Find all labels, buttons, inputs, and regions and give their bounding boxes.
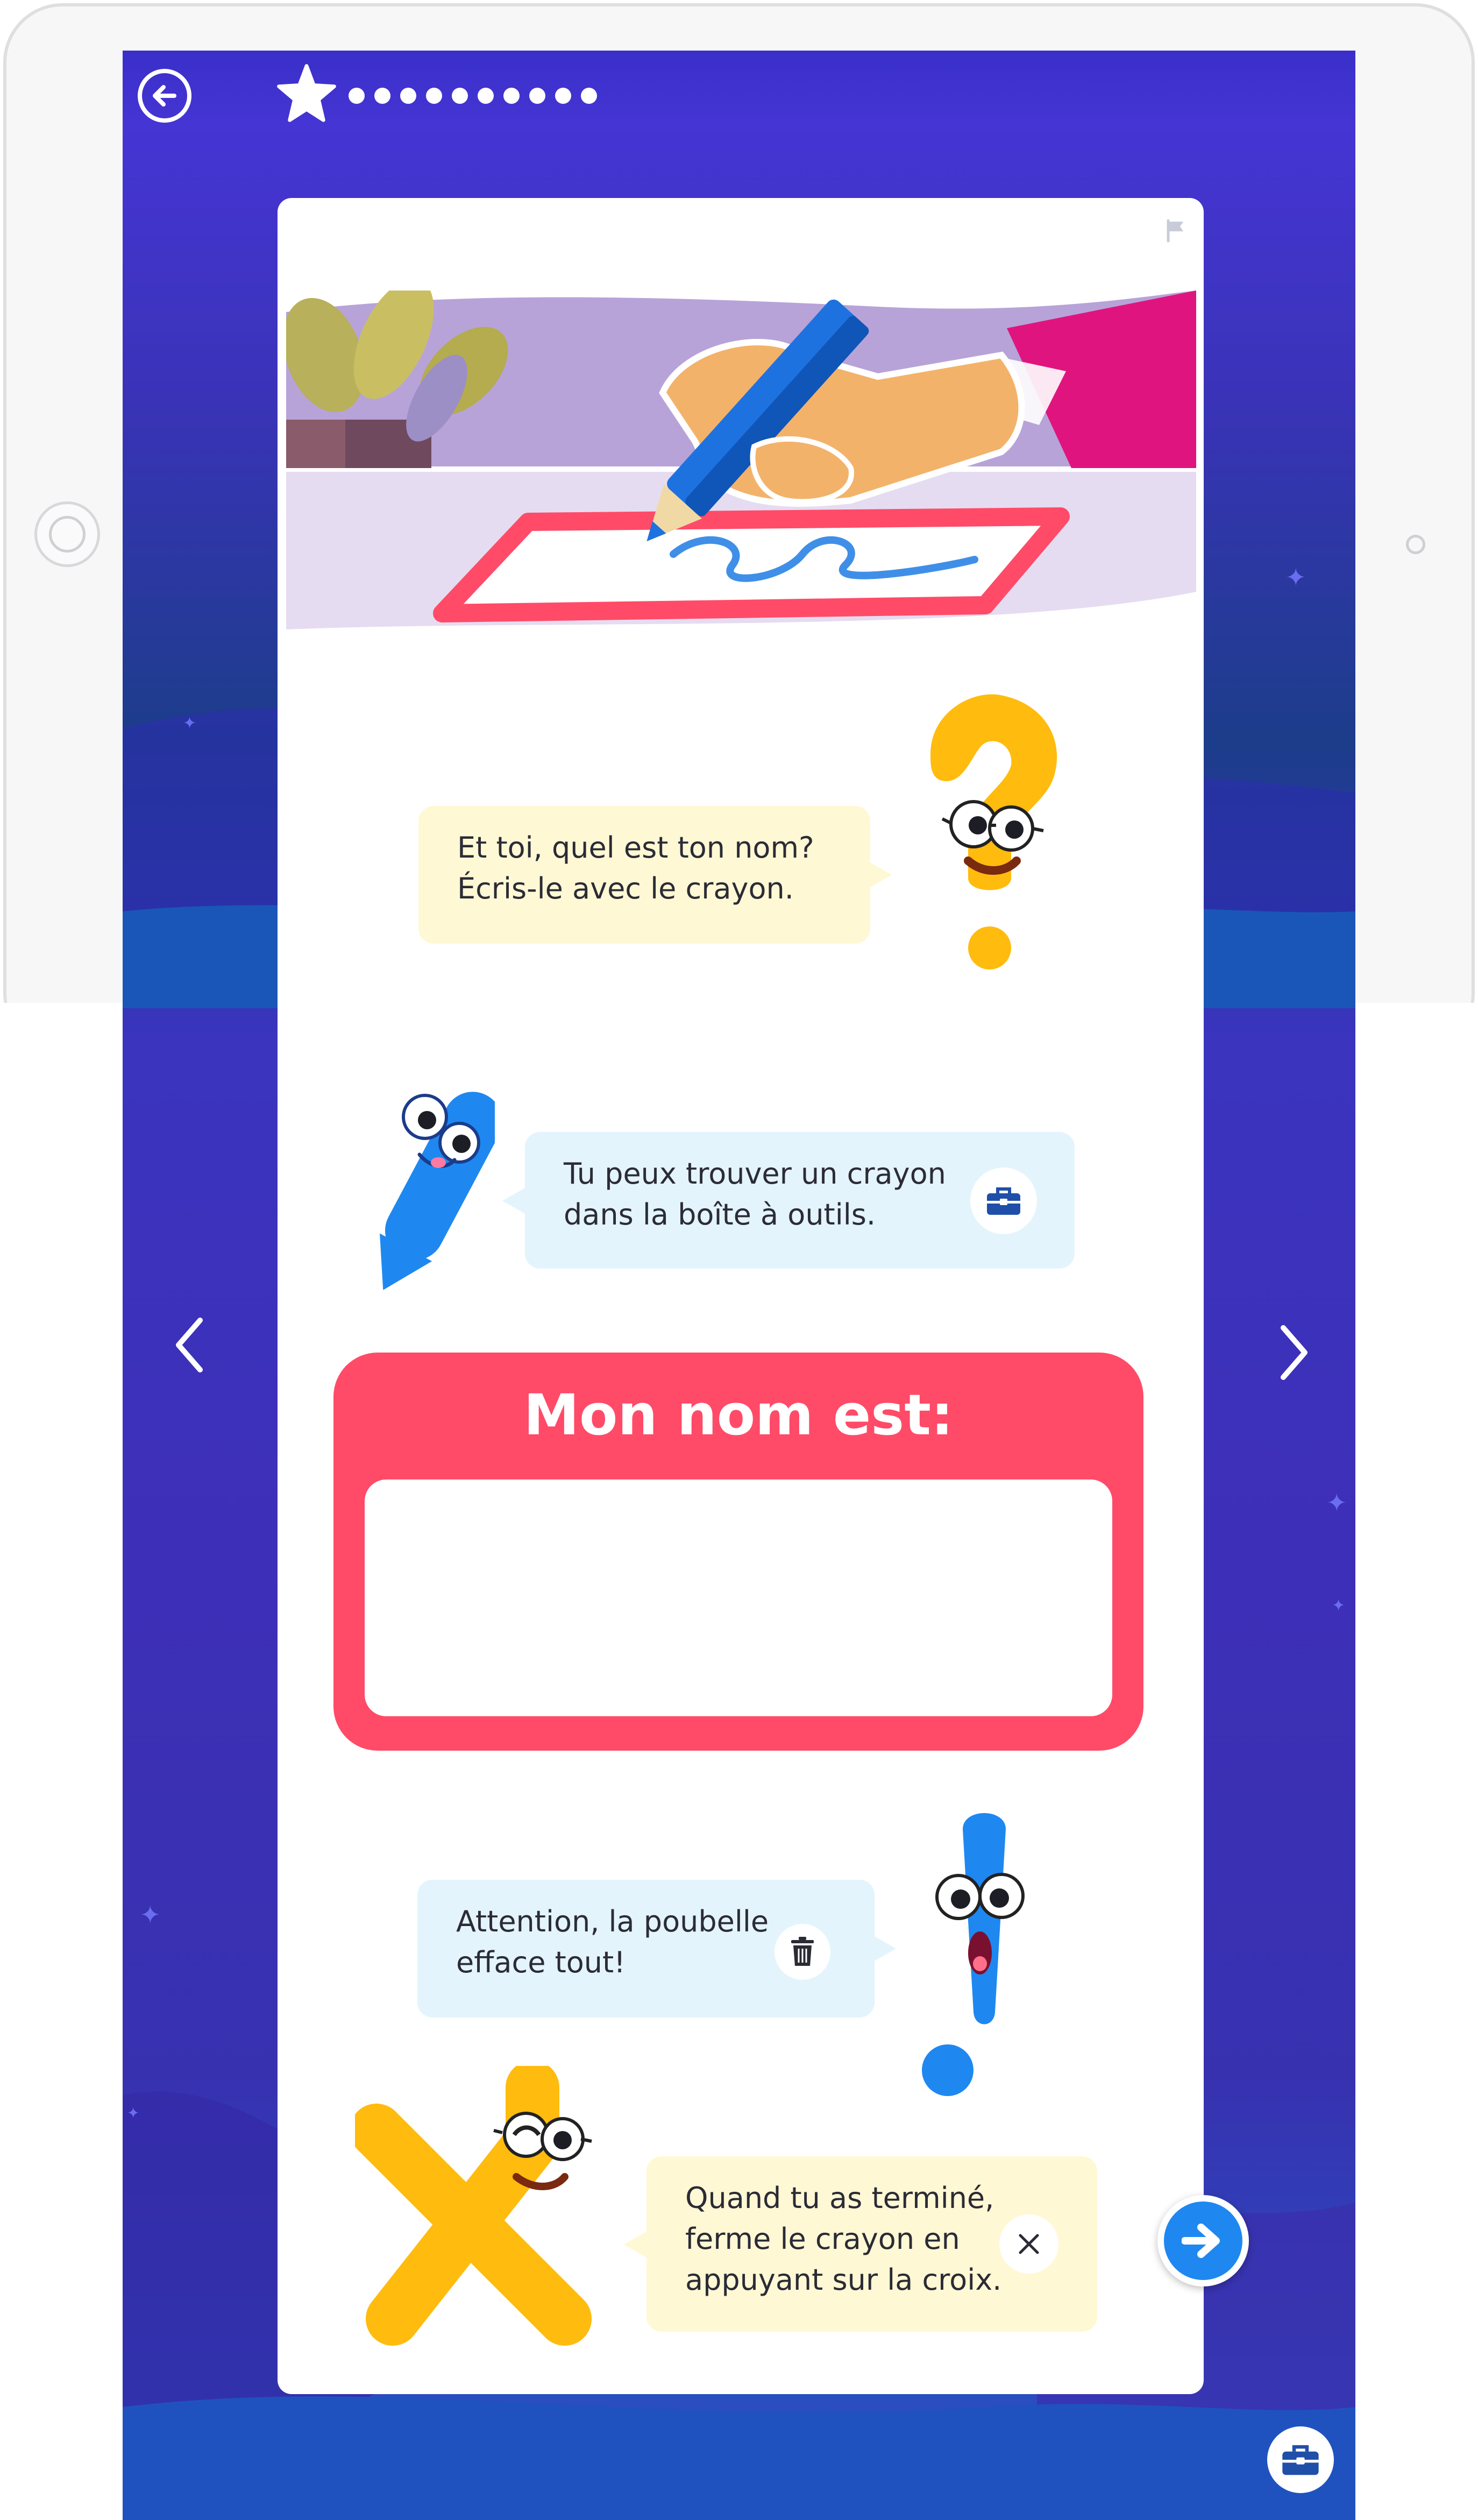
pencil-character	[380, 1092, 495, 1290]
toolbox-button[interactable]	[970, 1167, 1037, 1234]
progress-dot	[426, 88, 442, 104]
exclamation-character	[922, 1813, 1025, 2096]
chevron-left-icon[interactable]	[168, 1313, 211, 1377]
close-x-icon	[1019, 2234, 1039, 2254]
progress-dot	[478, 88, 494, 104]
trash-icon	[791, 1937, 814, 1966]
bubble-text-line: Et toi, quel est ton nom?	[457, 831, 814, 865]
progress-dot	[503, 88, 520, 104]
x-character	[355, 2066, 592, 2346]
sparkle-icon: ✦	[1332, 1596, 1346, 1615]
page-margin-left	[0, 1003, 123, 2520]
progress-dot	[374, 88, 390, 104]
back-button[interactable]	[138, 69, 191, 123]
trash-speech-bubble: Attention, la poubelle efface tout!	[417, 1880, 896, 2018]
progress-dot	[555, 88, 571, 104]
progress-dot	[349, 88, 365, 104]
sparkle-icon: ✦	[1285, 563, 1306, 592]
toolbox-icon	[1282, 2445, 1319, 2475]
flag-icon[interactable]	[1163, 217, 1189, 243]
page-margin-right	[1355, 1003, 1478, 2520]
toolbox-icon	[987, 1187, 1020, 1215]
arrow-right-icon	[1182, 2224, 1220, 2258]
trash-button[interactable]	[774, 1924, 830, 1980]
progress-dot	[529, 88, 545, 104]
pencil-speech-bubble: Tu peux trouver un crayon dans la boîte …	[502, 1132, 1075, 1269]
close-speech-bubble: Quand tu as terminé, ferme le crayon en …	[624, 2156, 1097, 2332]
bubble-text-line: Écris-le avec le crayon.	[457, 872, 794, 905]
chevron-right-icon[interactable]	[1273, 1320, 1316, 1385]
name-panel: Mon nom est:	[333, 1353, 1143, 1751]
home-button[interactable]	[34, 501, 100, 567]
toolbox-fab-button[interactable]	[1267, 2426, 1334, 2493]
sparkle-icon: ✦	[183, 714, 197, 733]
progress-dot	[581, 88, 597, 104]
name-drawing-area[interactable]	[365, 1480, 1112, 1716]
bubble-text-line: Tu peux trouver un crayon	[564, 1157, 946, 1191]
intro-speech-bubble: Et toi, quel est ton nom? Écris-le avec …	[418, 806, 892, 944]
bubble-text-line: appuyant sur la croix.	[685, 2263, 1002, 2297]
arrow-left-circle-icon	[153, 85, 176, 107]
next-button[interactable]	[1157, 2195, 1249, 2287]
progress-dots	[349, 88, 597, 104]
sparkle-icon: ✦	[127, 2104, 140, 2122]
close-button[interactable]	[999, 2214, 1058, 2274]
name-panel-title: Mon nom est:	[523, 1382, 954, 1448]
question-mark-character	[930, 694, 1057, 969]
progress-dot	[400, 88, 416, 104]
bubble-text-line: dans la boîte à outils.	[564, 1198, 876, 1231]
progress-dot	[452, 88, 468, 104]
sparkle-icon: ✦	[1326, 1488, 1347, 1517]
sparkle-icon: ✦	[140, 1900, 161, 1929]
bubble-text-line: Quand tu as terminé,	[685, 2181, 994, 2215]
star-icon	[277, 64, 336, 122]
camera-dot	[1406, 535, 1425, 554]
writing-hand-illustration	[286, 291, 1196, 629]
